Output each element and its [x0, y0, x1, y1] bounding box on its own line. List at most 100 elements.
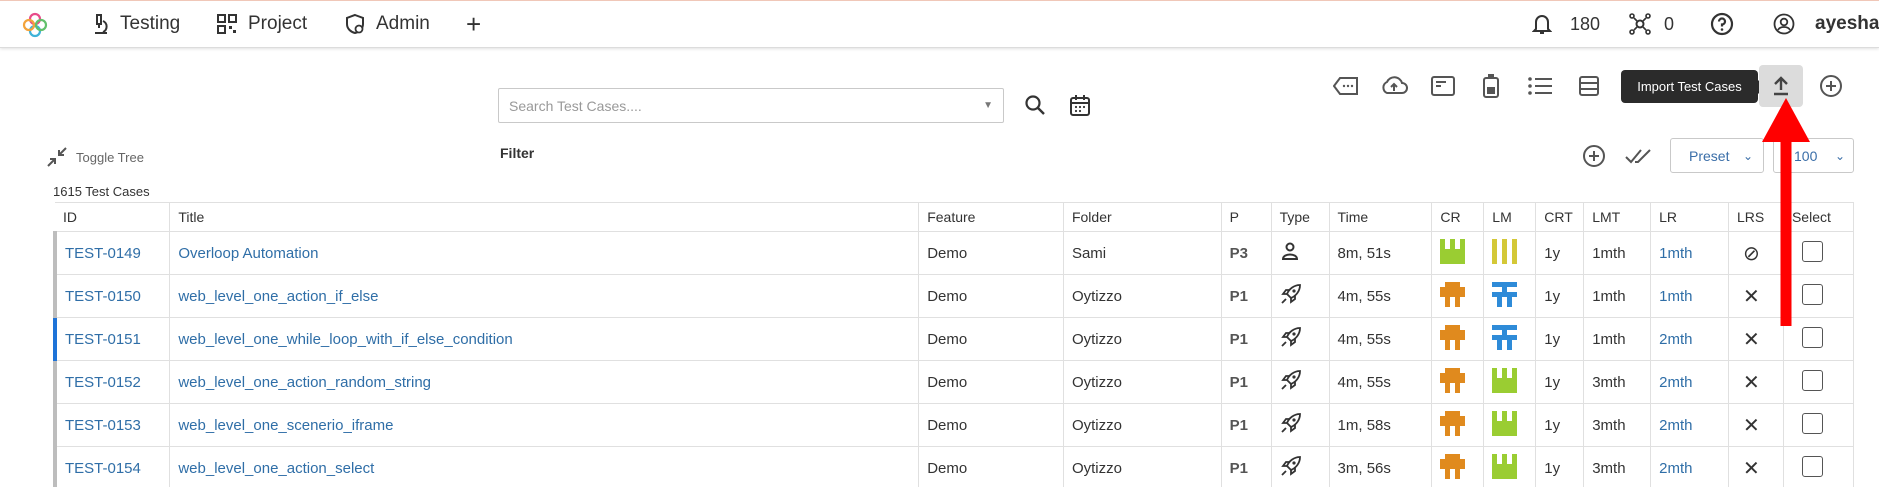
import-test-cases-button[interactable] [1759, 65, 1803, 107]
column-header[interactable]: ID [55, 202, 171, 232]
app-logo-icon[interactable] [20, 10, 50, 40]
column-header[interactable]: CR [1431, 202, 1485, 232]
add-circle-icon[interactable] [1819, 74, 1843, 98]
column-header[interactable]: CRT [1535, 202, 1585, 232]
help-button[interactable] [1710, 1, 1744, 47]
column-header[interactable]: Feature [918, 202, 1064, 232]
calendar-icon[interactable] [1069, 94, 1091, 117]
priority-cell: P1 [1221, 360, 1272, 404]
select-checkbox[interactable] [1801, 369, 1823, 391]
test-title-link[interactable]: web_level_one_action_random_string [169, 360, 920, 404]
table-row[interactable]: TEST-0150 web_level_one_action_if_else Dem… [53, 274, 1855, 318]
column-header[interactable]: P [1221, 202, 1272, 232]
tag-icon[interactable] [1333, 76, 1359, 96]
card-icon[interactable] [1430, 75, 1456, 97]
lmt-cell: 3mth [1583, 403, 1652, 447]
last-run-link[interactable]: 2mth [1650, 360, 1730, 404]
priority-cell: P1 [1221, 446, 1272, 487]
nav-admin[interactable]: Admin [344, 1, 430, 47]
last-run-link[interactable]: 1mth [1650, 274, 1730, 318]
test-id-link[interactable]: TEST-0154 [53, 446, 171, 487]
test-id-link[interactable]: TEST-0153 [53, 403, 171, 447]
cloud-upload-icon[interactable] [1380, 75, 1408, 97]
created-by-cell [1431, 231, 1485, 275]
last-run-link[interactable]: 2mth [1650, 403, 1730, 447]
type-cell [1271, 360, 1330, 404]
nav-project[interactable]: Project [216, 1, 307, 47]
top-nav-bar: Testing Project Admin + 180 0 ayesha [0, 0, 1879, 48]
column-header[interactable]: LR [1650, 202, 1730, 232]
toggle-tree-button[interactable]: Toggle Tree [46, 146, 144, 168]
test-id-link[interactable]: TEST-0152 [53, 360, 171, 404]
column-header[interactable]: Folder [1063, 202, 1222, 232]
priority-cell: P1 [1221, 317, 1272, 361]
table-row[interactable]: TEST-0149 Overloop Automation Demo Sami P3 8m… [53, 231, 1855, 275]
table-row[interactable]: TEST-0152 web_level_one_action_random_str… [53, 360, 1855, 404]
test-title-link[interactable]: web_level_one_while_loop_with_if_else_co… [169, 317, 920, 361]
test-title-link[interactable]: web_level_one_action_select [169, 446, 920, 487]
column-header[interactable]: Time [1329, 202, 1433, 232]
search-icon[interactable] [1024, 94, 1046, 116]
last-run-status: ✕ [1728, 403, 1784, 447]
user-menu[interactable]: ayesha [1773, 1, 1879, 47]
notifications-button[interactable]: 180 [1532, 1, 1600, 47]
test-id-link[interactable]: TEST-0151 [53, 317, 171, 361]
table-row[interactable]: TEST-0153 web_level_one_scenerio_iframe De… [53, 403, 1855, 447]
column-header[interactable]: Select [1783, 202, 1855, 232]
nav-testing[interactable]: Testing [90, 1, 180, 47]
test-id-link[interactable]: TEST-0149 [53, 231, 171, 275]
modified-by-cell [1483, 317, 1537, 361]
select-checkbox[interactable] [1801, 412, 1823, 434]
crt-cell: 1y [1535, 446, 1585, 487]
network-button[interactable]: 0 [1628, 1, 1674, 47]
time-cell: 1m, 58s [1329, 403, 1433, 447]
test-id-link[interactable]: TEST-0150 [53, 274, 171, 318]
select-cell [1783, 274, 1855, 318]
last-run-link[interactable]: 1mth [1650, 231, 1730, 275]
select-checkbox[interactable] [1801, 455, 1823, 477]
time-cell: 4m, 55s [1329, 317, 1433, 361]
priority-cell: P3 [1221, 231, 1272, 275]
created-by-cell [1431, 446, 1485, 487]
folder-cell: Oytizzo [1063, 274, 1222, 318]
feature-cell: Demo [918, 446, 1064, 487]
lmt-cell: 1mth [1583, 317, 1652, 361]
column-header[interactable]: Title [169, 202, 920, 232]
table-row[interactable]: TEST-0151 web_level_one_while_loop_with_i… [53, 317, 1855, 361]
test-title-link[interactable]: Overloop Automation [169, 231, 920, 275]
select-checkbox[interactable] [1801, 283, 1823, 305]
column-header[interactable]: LMT [1583, 202, 1652, 232]
column-header[interactable]: LM [1483, 202, 1537, 232]
nav-add-button[interactable]: + [466, 1, 481, 47]
last-run-link[interactable]: 2mth [1650, 446, 1730, 487]
select-checkbox[interactable] [1801, 326, 1823, 348]
page-size-dropdown[interactable]: 100 ⌄ [1773, 138, 1854, 173]
upload-icon [1774, 76, 1788, 96]
type-cell [1271, 274, 1330, 318]
type-cell [1271, 231, 1330, 275]
column-header[interactable]: LRS [1728, 202, 1784, 232]
column-header[interactable]: Type [1271, 202, 1330, 232]
preset-dropdown[interactable]: Preset ⌄ [1670, 138, 1764, 173]
rocket-icon [1280, 327, 1301, 347]
filter-label[interactable]: Filter [500, 145, 534, 161]
network-hub-icon [1629, 13, 1651, 35]
last-run-status: ✕ [1728, 317, 1784, 361]
test-title-link[interactable]: web_level_one_action_if_else [169, 274, 920, 318]
shield-gear-icon [346, 13, 364, 35]
table-rows-icon[interactable] [1578, 75, 1600, 97]
last-run-link[interactable]: 2mth [1650, 317, 1730, 361]
feature-cell: Demo [918, 231, 1064, 275]
double-check-icon[interactable] [1624, 146, 1654, 166]
test-title-link[interactable]: web_level_one_scenerio_iframe [169, 403, 920, 447]
table-row[interactable]: TEST-0154 web_level_one_action_select Demo… [53, 446, 1855, 487]
battery-icon[interactable] [1481, 73, 1501, 99]
select-checkbox[interactable] [1801, 240, 1823, 262]
rocket-icon [1280, 456, 1301, 476]
nav-admin-label: Admin [376, 13, 430, 34]
list-icon[interactable] [1527, 76, 1553, 96]
yellow-avatar-icon [1492, 238, 1518, 264]
orange-avatar-icon [1440, 453, 1466, 479]
add-filter-icon[interactable] [1582, 144, 1606, 168]
search-select[interactable]: Search Test Cases.... ▼ [498, 88, 1004, 123]
